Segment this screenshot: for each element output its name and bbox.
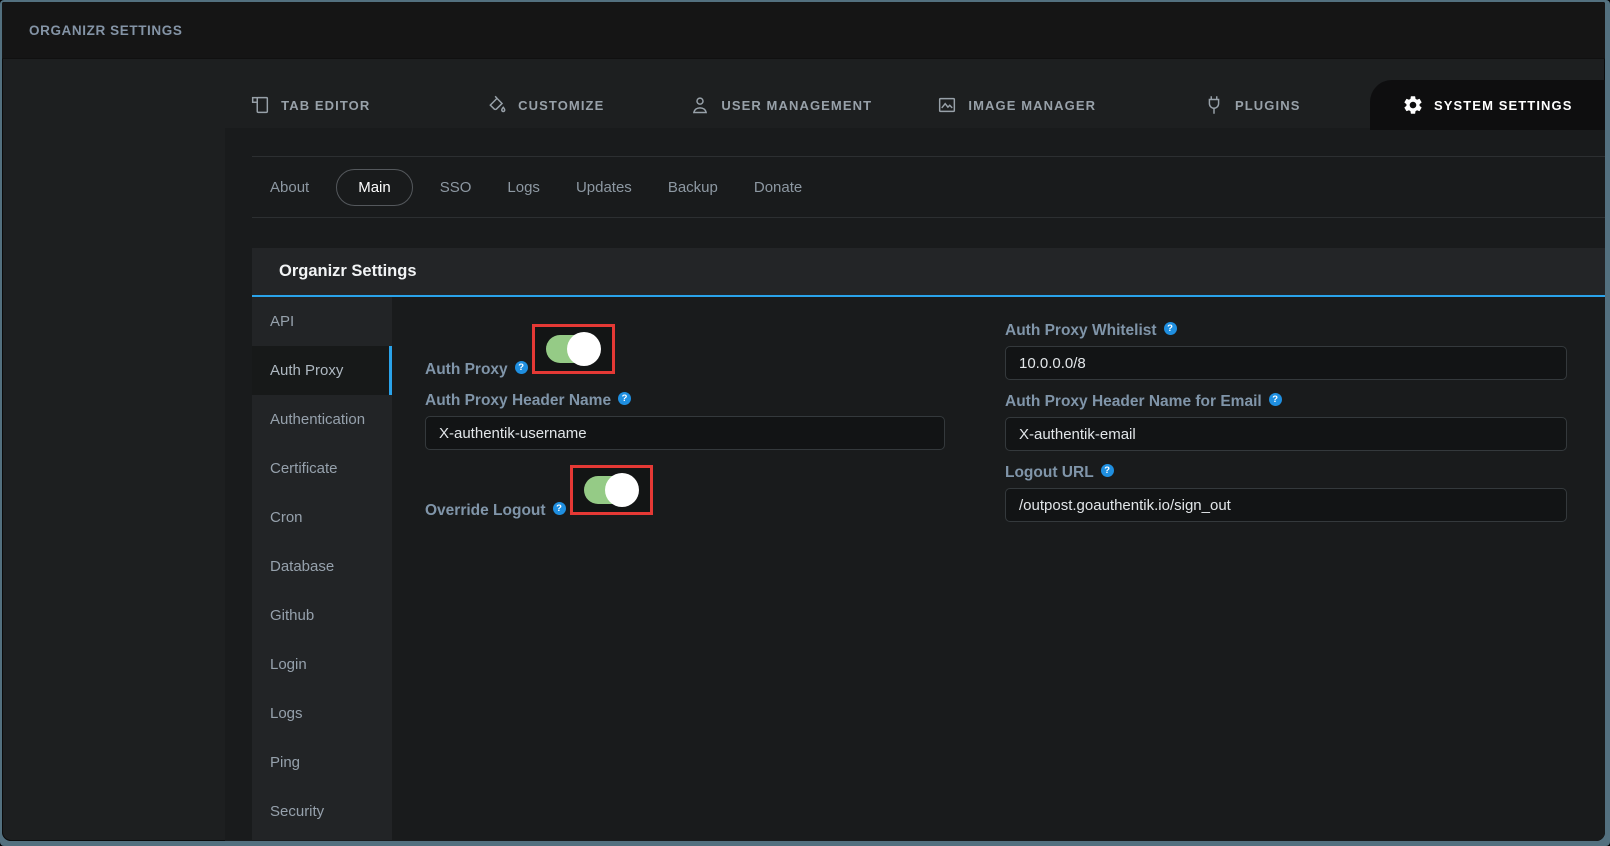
side-item-ping[interactable]: Ping [252,738,392,787]
side-item-login[interactable]: Login [252,640,392,689]
auth-proxy-header-email-label: Auth Proxy Header Name for Email [1005,393,1262,411]
subtab-sso[interactable]: SSO [422,179,490,196]
system-settings-content: About Main SSO Logs Updates Backup Donat… [225,128,1605,841]
sub-tab-bar: About Main SSO Logs Updates Backup Donat… [252,156,1605,218]
help-icon[interactable]: ? [553,502,566,515]
user-icon [689,94,711,116]
plug-icon [1203,94,1225,116]
tab-label: IMAGE MANAGER [968,98,1096,113]
auth-proxy-header-name-input[interactable] [425,416,945,450]
subtab-donate[interactable]: Donate [736,179,820,196]
toggle-knob [567,332,601,366]
subtab-updates[interactable]: Updates [558,179,650,196]
side-item-github[interactable]: Github [252,591,392,640]
help-icon[interactable]: ? [1101,464,1114,477]
topbar: ORGANIZR SETTINGS [2,2,1605,59]
highlight-box [570,465,653,515]
auth-proxy-label: Auth Proxy [425,361,508,379]
auth-proxy-form: Auth Proxy? Auth Proxy Header Name? Over… [392,297,1605,840]
auth-proxy-whitelist-input[interactable] [1005,346,1567,380]
help-icon[interactable]: ? [1164,322,1177,335]
gear-icon [1402,94,1424,116]
side-item-logs[interactable]: Logs [252,689,392,738]
panel-header: Organizr Settings [252,248,1605,297]
organizr-settings-panel: Organizr Settings API Auth Proxy Authent… [252,248,1605,840]
auth-proxy-whitelist-label: Auth Proxy Whitelist [1005,322,1157,340]
side-item-security[interactable]: Security [252,787,392,836]
auth-proxy-toggle[interactable] [546,335,598,363]
tab-label: TAB EDITOR [281,98,370,113]
side-item-auth-proxy[interactable]: Auth Proxy [252,346,392,395]
organizr-window: ORGANIZR SETTINGS TAB EDITOR CUSTOMIZE U… [2,2,1605,841]
side-item-api[interactable]: API [252,297,392,346]
main-tab-bar: TAB EDITOR CUSTOMIZE USER MANAGEMENT IMA… [2,80,1605,130]
tab-label: SYSTEM SETTINGS [1434,98,1573,113]
window-frame: ORGANIZR SETTINGS TAB EDITOR CUSTOMIZE U… [0,0,1610,846]
tab-tab-editor[interactable]: TAB EDITOR [192,80,428,130]
side-item-certificate[interactable]: Certificate [252,444,392,493]
side-item-cron[interactable]: Cron [252,493,392,542]
subtab-backup[interactable]: Backup [650,179,736,196]
help-icon[interactable]: ? [618,392,631,405]
toggle-knob [605,473,639,507]
subtab-main[interactable]: Main [336,169,413,206]
settings-side-menu: API Auth Proxy Authentication Certificat… [252,297,392,840]
customize-icon [486,94,508,116]
help-icon[interactable]: ? [515,361,528,374]
image-icon [936,94,958,116]
override-logout-label: Override Logout [425,502,546,520]
subtab-about[interactable]: About [252,179,327,196]
tab-system-settings[interactable]: SYSTEM SETTINGS [1370,80,1606,130]
subtab-logs[interactable]: Logs [489,179,558,196]
logout-url-label: Logout URL [1005,464,1094,482]
tab-customize[interactable]: CUSTOMIZE [428,80,664,130]
tab-image-manager[interactable]: IMAGE MANAGER [899,80,1135,130]
highlight-box [532,324,615,374]
override-logout-toggle[interactable] [584,476,636,504]
logout-url-input[interactable] [1005,488,1567,522]
help-icon[interactable]: ? [1269,393,1282,406]
auth-proxy-header-name-label: Auth Proxy Header Name [425,392,611,410]
tab-label: PLUGINS [1235,98,1300,113]
tab-user-management[interactable]: USER MANAGEMENT [663,80,899,130]
side-item-authentication[interactable]: Authentication [252,395,392,444]
page-title: ORGANIZR SETTINGS [29,23,182,38]
tab-label: USER MANAGEMENT [721,98,872,113]
tab-editor-icon [249,94,271,116]
side-item-database[interactable]: Database [252,542,392,591]
tab-label: CUSTOMIZE [518,98,604,113]
auth-proxy-header-email-input[interactable] [1005,417,1567,451]
tab-plugins[interactable]: PLUGINS [1134,80,1370,130]
panel-title: Organizr Settings [279,262,417,281]
